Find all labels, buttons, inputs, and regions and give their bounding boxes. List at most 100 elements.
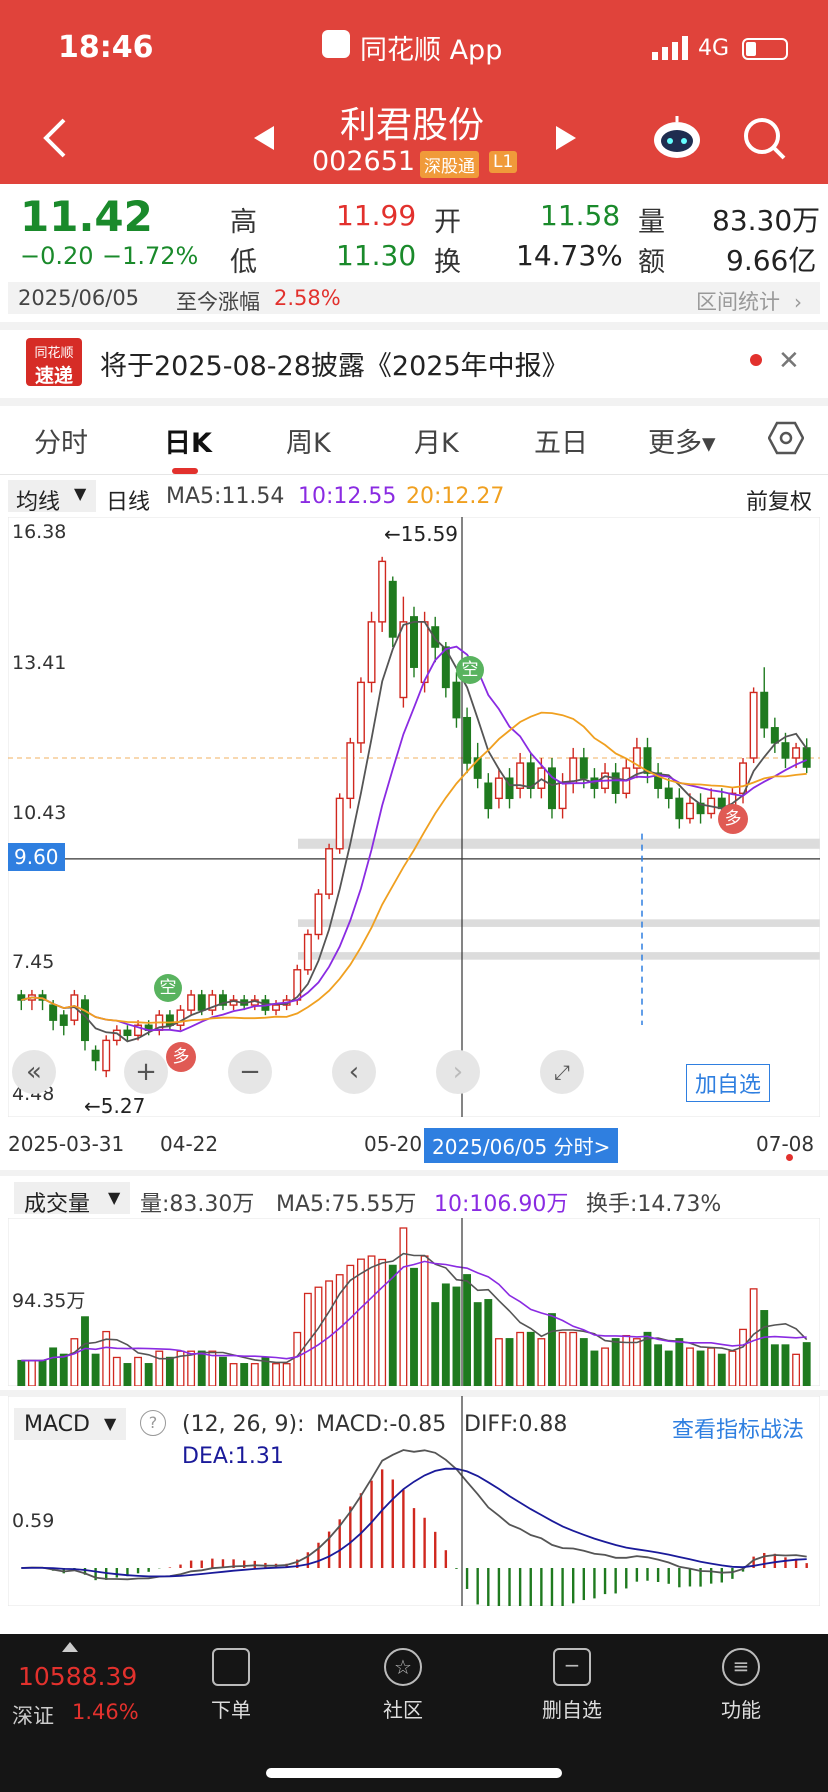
- candle: [781, 742, 790, 759]
- notice-bottom-separator: [0, 398, 828, 406]
- volume-bar: [197, 1350, 206, 1386]
- tab-weekly-k[interactable]: 周K: [286, 421, 331, 460]
- volume-bar: [569, 1331, 578, 1386]
- cursor-date-tag[interactable]: 2025/06/05 分时>: [424, 1128, 619, 1163]
- volume-bar: [388, 1264, 397, 1386]
- high-value: 11.99: [336, 199, 417, 232]
- candle: [664, 787, 673, 800]
- volume-bar: [463, 1274, 472, 1386]
- x-label-3: 05-20: [364, 1132, 423, 1156]
- volume-bar: [91, 1353, 100, 1386]
- scroll-left-icon[interactable]: ‹: [332, 1050, 376, 1094]
- candle: [410, 616, 418, 668]
- candle: [356, 681, 365, 744]
- candle: [452, 681, 461, 719]
- volume-bar: [739, 1328, 747, 1386]
- app-logo-icon: [322, 30, 350, 58]
- search-icon[interactable]: [742, 116, 786, 164]
- remove-favorite-button[interactable]: − 删自选: [532, 1648, 612, 1723]
- fullscreen-icon[interactable]: ⤢: [540, 1050, 584, 1094]
- zoom-in-icon[interactable]: +: [124, 1050, 168, 1094]
- tabs-separator: [0, 474, 828, 475]
- candle: [49, 1004, 58, 1021]
- community-label: 社区: [383, 1698, 423, 1722]
- tab-more[interactable]: 更多▾: [648, 421, 716, 460]
- support-band: [298, 952, 820, 960]
- community-button[interactable]: ☆ 社区: [368, 1648, 438, 1723]
- candle: [749, 691, 758, 759]
- volume-bar: [494, 1338, 503, 1386]
- status-app-name: 同花顺 App: [360, 35, 503, 66]
- ma10-value: 10:12.55: [298, 484, 397, 509]
- volume-bar: [452, 1286, 461, 1386]
- volume-bar: [696, 1350, 705, 1386]
- range-stat-link[interactable]: 区间统计: [696, 286, 780, 316]
- panel-separator-1: [0, 1170, 828, 1176]
- candle: [187, 994, 196, 1011]
- function-button[interactable]: ≡ 功能: [706, 1648, 776, 1723]
- period-label: 日线: [106, 490, 151, 515]
- volume-bar: [250, 1363, 259, 1386]
- next-stock-icon[interactable]: [554, 124, 578, 156]
- index-value[interactable]: 10588.39: [18, 1662, 137, 1691]
- volume-bar: [187, 1350, 196, 1386]
- volume-bar: [112, 1356, 121, 1386]
- candlestick-chart[interactable]: [8, 517, 820, 1117]
- ma5-value: MA5:11.54: [166, 484, 285, 509]
- y-label-4: 7.45: [12, 951, 55, 973]
- volume-bar: [441, 1283, 450, 1386]
- tab-daily-k[interactable]: 日K: [164, 421, 212, 460]
- volume-bar: [505, 1338, 514, 1386]
- prev-stock-icon[interactable]: [252, 124, 276, 156]
- robot-assistant-icon[interactable]: [652, 114, 702, 164]
- volume-bar: [792, 1353, 801, 1386]
- notice-text[interactable]: 将于2025-08-28披露《2025年中报》: [100, 344, 569, 383]
- volume-bar: [590, 1350, 599, 1386]
- back-icon[interactable]: [40, 116, 70, 164]
- candle: [102, 1039, 111, 1072]
- notice-logo-top: 同花顺: [34, 346, 74, 361]
- x-label-2: 04-22: [160, 1132, 219, 1156]
- badge-l1: L1: [489, 151, 518, 173]
- volume-bar: [717, 1353, 726, 1386]
- volume-bar: [781, 1344, 790, 1386]
- candle: [611, 772, 620, 795]
- volume-bar: [49, 1347, 58, 1386]
- collapse-left-icon[interactable]: «: [12, 1050, 56, 1094]
- notice-dot-icon: [750, 354, 762, 366]
- settings-hex-icon[interactable]: [767, 420, 805, 460]
- support-band: [298, 838, 820, 849]
- adjust-select[interactable]: 前复权: [746, 484, 812, 516]
- volume-bar: [81, 1316, 89, 1386]
- scroll-dot-icon: [786, 1154, 793, 1161]
- tab-monthly-k[interactable]: 月K: [414, 421, 459, 460]
- ma20-line: [21, 711, 807, 1024]
- cursor-price-tag: 9.60: [8, 843, 65, 871]
- close-icon[interactable]: ✕: [778, 346, 800, 376]
- candle: [314, 893, 323, 936]
- order-button[interactable]: 下单: [196, 1648, 266, 1723]
- tab-five-day[interactable]: 五日: [534, 421, 588, 460]
- add-favorite-button[interactable]: 加自选: [686, 1064, 771, 1102]
- volume-bar: [420, 1255, 429, 1386]
- community-star-icon: ☆: [384, 1648, 422, 1686]
- candle: [272, 1004, 281, 1011]
- volume-bar: [208, 1350, 217, 1386]
- zoom-out-icon[interactable]: −: [228, 1050, 272, 1094]
- volume-ma10-label: 10:106.90万: [434, 1192, 569, 1217]
- candle: [760, 691, 769, 729]
- index-name: 深证: [12, 1704, 54, 1728]
- candle: [494, 777, 503, 800]
- x-label-4: 07-08: [756, 1132, 815, 1156]
- stock-name: 利君股份: [340, 105, 485, 146]
- notice-logo: 同花顺 速递: [26, 338, 82, 387]
- tab-intraday[interactable]: 分时: [34, 421, 88, 460]
- y-label-2: 13.41: [12, 652, 67, 674]
- candle: [579, 757, 588, 779]
- chevron-right-icon: ›: [794, 290, 802, 314]
- volume-bar: [579, 1338, 588, 1386]
- volume-bar: [537, 1338, 546, 1386]
- volume-bar: [601, 1347, 609, 1386]
- scroll-right-icon[interactable]: ›: [436, 1050, 480, 1094]
- candle: [91, 1049, 100, 1062]
